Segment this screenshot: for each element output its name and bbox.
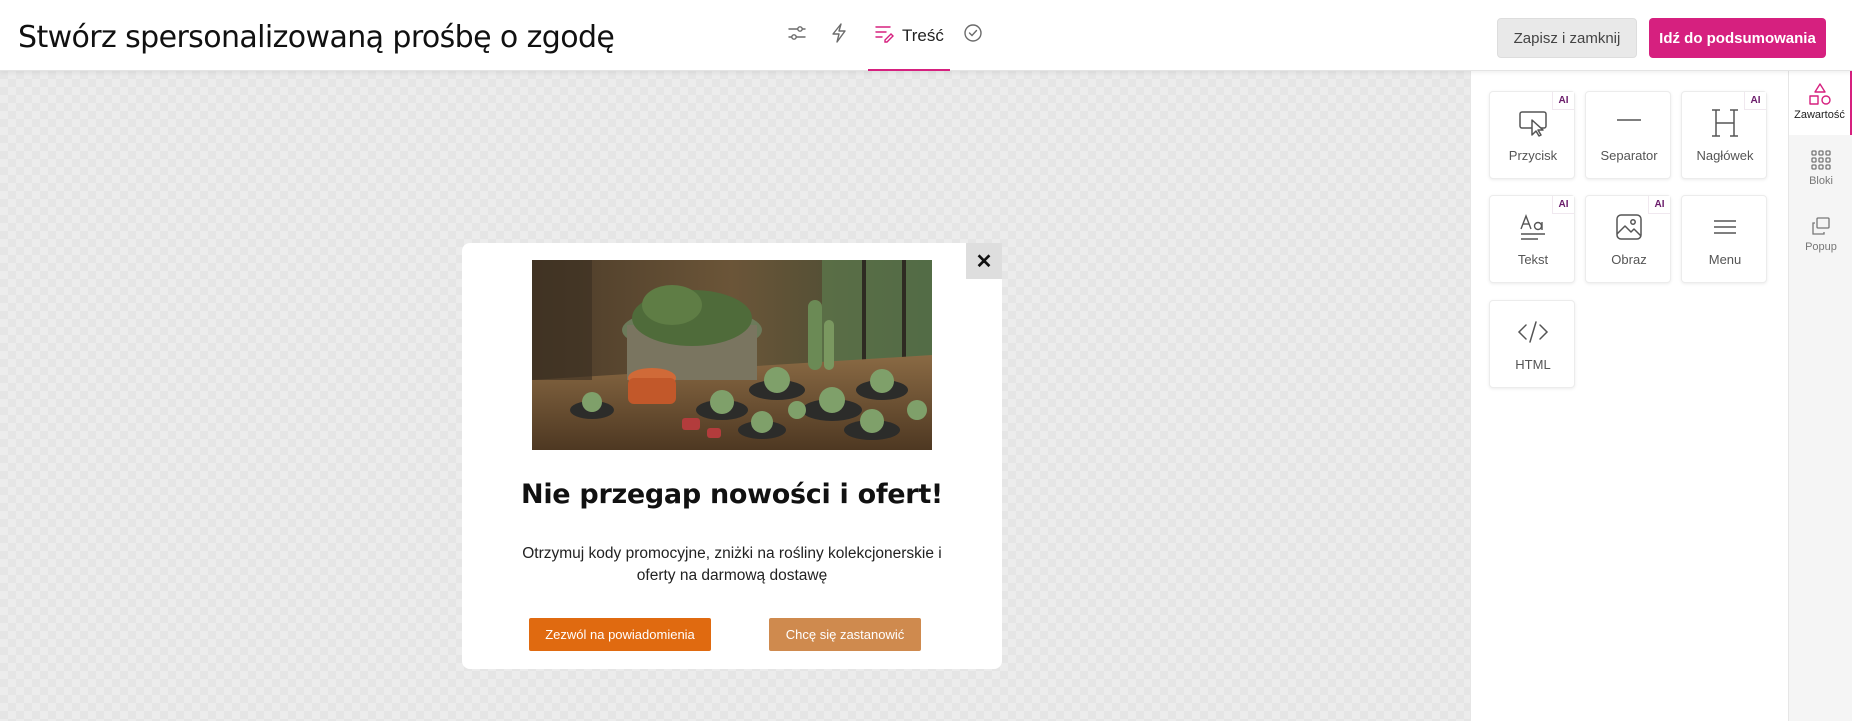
tile-label: Obraz: [1611, 252, 1647, 267]
tile-image[interactable]: AI Obraz: [1585, 195, 1671, 283]
editor-canvas: ✕ Nie przegap nowości i ofert! Otrzymuj …: [0, 71, 1470, 721]
step-settings[interactable]: [780, 0, 814, 71]
tile-heading[interactable]: AI Nagłówek: [1681, 91, 1767, 179]
side-tab-popup[interactable]: Popup: [1789, 203, 1852, 267]
popup-text-line-2: oferty na darmową dostawę: [636, 567, 828, 584]
text-icon: [1490, 210, 1576, 244]
popup-icon: [1810, 213, 1832, 239]
save-and-close-button[interactable]: Zapisz i zamknij: [1497, 18, 1637, 58]
side-tab-strip: Zawartość Bloki Popup: [1788, 71, 1852, 721]
tile-label: Separator: [1600, 148, 1658, 163]
popup-text-line-1: Otrzymuj kody promocyjne, zniżki na rośl…: [522, 545, 942, 562]
code-icon: [1490, 315, 1576, 349]
content-edit-icon: [874, 23, 894, 48]
tile-label: HTML: [1515, 357, 1551, 372]
popup-heading[interactable]: Nie przegap nowości i ofert!: [462, 479, 1002, 510]
go-to-summary-button[interactable]: Idź do podsumowania: [1649, 18, 1826, 58]
grid-icon: [1810, 147, 1832, 173]
page-title: Stwórz spersonalizowaną prośbę o zgodę: [18, 20, 615, 55]
menu-icon: [1682, 210, 1768, 244]
tile-label: Tekst: [1517, 252, 1549, 267]
top-bar: Stwórz spersonalizowaną prośbę o zgodę T…: [0, 0, 1852, 71]
plants-image[interactable]: [532, 260, 932, 450]
step-summary[interactable]: [956, 0, 990, 71]
separator-icon: [1586, 106, 1672, 140]
side-tab-label: Popup: [1805, 241, 1837, 253]
allow-notifications-button[interactable]: Zezwól na powiadomienia: [529, 618, 711, 651]
popup-description[interactable]: Otrzymuj kody promocyjne, zniżki na rośl…: [517, 543, 947, 587]
side-tab-label: Zawartość: [1794, 109, 1845, 121]
step-navigation: Treść: [780, 0, 990, 71]
step-trigger[interactable]: [822, 0, 856, 71]
tile-separator[interactable]: Separator: [1585, 91, 1671, 179]
tile-html[interactable]: HTML: [1489, 300, 1575, 388]
consent-popup[interactable]: ✕ Nie przegap nowości i ofert! Otrzymuj …: [462, 243, 1002, 669]
lightning-icon: [830, 23, 848, 48]
tab-content-label: Treść: [902, 25, 944, 45]
tab-content[interactable]: Treść: [868, 2, 950, 71]
tile-menu[interactable]: Menu: [1681, 195, 1767, 283]
shapes-icon: [1808, 81, 1832, 107]
heading-icon: [1682, 106, 1768, 140]
tile-label: Nagłówek: [1696, 148, 1754, 163]
sliders-icon: [787, 23, 807, 48]
tile-label: Menu: [1708, 252, 1742, 267]
content-panel: AI Przycisk Separator AI Nagłówek AI Tek…: [1470, 71, 1788, 721]
check-circle-icon: [963, 23, 983, 48]
button-cursor-icon: [1490, 106, 1576, 140]
tile-text[interactable]: AI Tekst: [1489, 195, 1575, 283]
think-about-it-button[interactable]: Chcę się zastanowić: [769, 618, 921, 651]
side-tab-content[interactable]: Zawartość: [1789, 71, 1852, 135]
image-icon: [1586, 210, 1672, 244]
side-tab-label: Bloki: [1809, 175, 1833, 187]
side-tab-blocks[interactable]: Bloki: [1789, 137, 1852, 201]
tile-label: Przycisk: [1508, 148, 1558, 163]
close-icon[interactable]: ✕: [966, 243, 1002, 279]
tile-button[interactable]: AI Przycisk: [1489, 91, 1575, 179]
